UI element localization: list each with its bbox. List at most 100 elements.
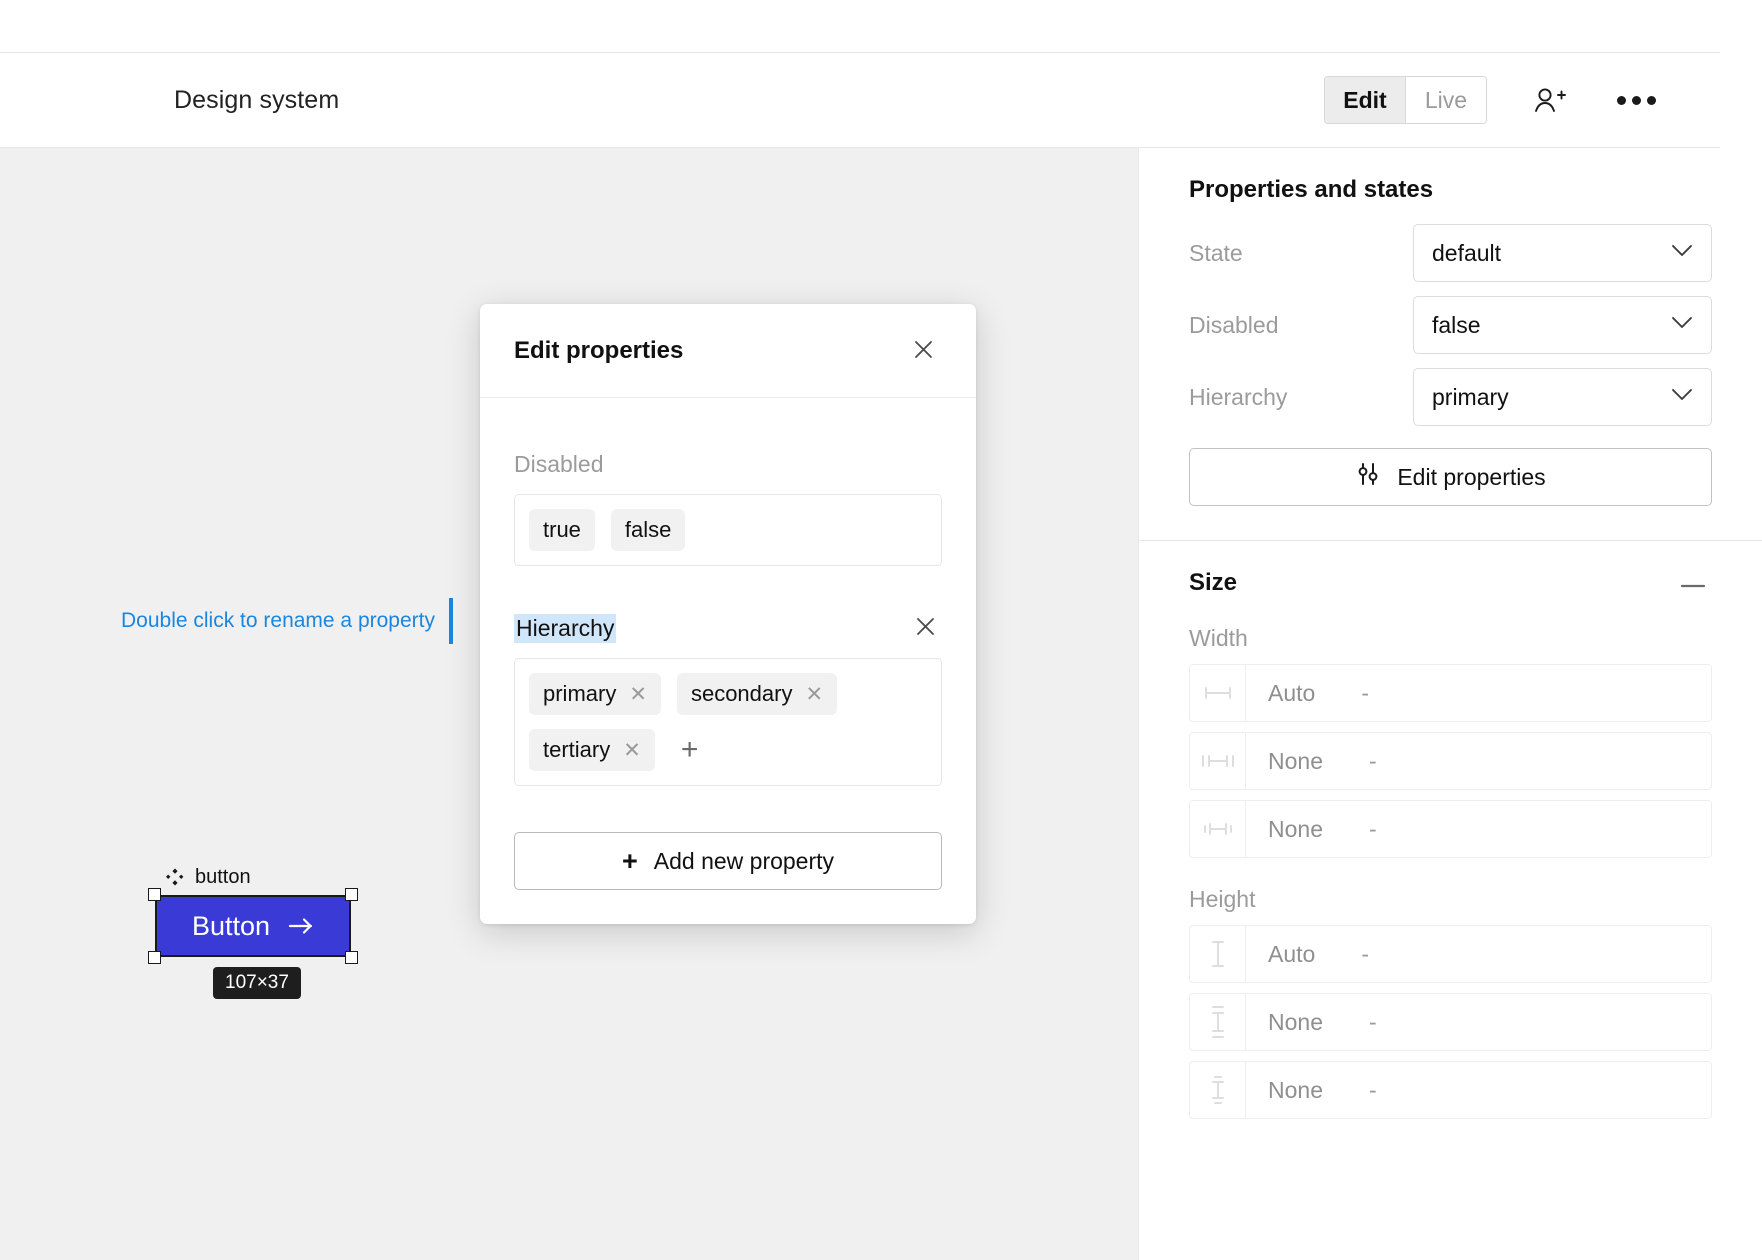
- size-badge: 107×37: [213, 967, 301, 999]
- property-header: Hierarchy: [514, 612, 942, 644]
- close-icon[interactable]: [905, 331, 942, 371]
- remove-value-icon[interactable]: ✕: [805, 684, 823, 705]
- tab-live[interactable]: Live: [1406, 77, 1486, 123]
- value-text: None: [1268, 815, 1323, 842]
- select-value: default: [1432, 239, 1502, 266]
- unit-text: -: [1361, 679, 1369, 706]
- min-height-value-field[interactable]: None -: [1246, 994, 1711, 1050]
- property-header: Disabled: [514, 448, 942, 480]
- width-icon: [1190, 665, 1246, 721]
- rename-hint: Double click to rename a property: [121, 598, 453, 644]
- unit-text: -: [1368, 815, 1377, 842]
- value-chip-label: primary: [543, 681, 617, 706]
- page-title: Design system: [174, 85, 340, 114]
- dialog-title: Edit properties: [514, 336, 684, 364]
- section-title-size: Size: [1189, 569, 1238, 596]
- more-horizontal-icon[interactable]: [1613, 92, 1660, 109]
- edit-properties-dialog: Edit properties Disabled true false Hier…: [480, 304, 976, 924]
- selected-component[interactable]: button Button 107×37: [148, 866, 358, 999]
- inspector-row-disabled: Disabled false: [1189, 296, 1712, 354]
- height-label: Height: [1189, 886, 1256, 912]
- property-block-hierarchy: Hierarchy primary ✕ secondary ✕ tertiary…: [514, 612, 942, 786]
- remove-property-icon[interactable]: [909, 610, 942, 646]
- person-add-icon[interactable]: [1529, 81, 1571, 119]
- min-height-icon: [1190, 994, 1246, 1050]
- value-chip-label: false: [624, 517, 672, 542]
- max-width-icon: [1190, 801, 1246, 857]
- value-chip-label: secondary: [690, 681, 793, 706]
- unit-text: -: [1368, 1008, 1377, 1035]
- tab-edit[interactable]: Edit: [1325, 77, 1405, 123]
- rename-hint-text: Double click to rename a property: [121, 609, 435, 632]
- size-section-header: Size: [1189, 569, 1712, 597]
- unit-text: -: [1361, 940, 1369, 967]
- canvas-button[interactable]: Button: [155, 895, 351, 957]
- min-width-row[interactable]: None -: [1189, 732, 1712, 790]
- edit-properties-button[interactable]: Edit properties: [1189, 448, 1712, 506]
- value-text: None: [1268, 747, 1323, 774]
- value-text: Auto: [1268, 940, 1316, 967]
- state-select[interactable]: default: [1413, 224, 1712, 282]
- resize-handle-top-right[interactable]: [345, 888, 358, 901]
- resize-handle-bottom-left[interactable]: [148, 951, 161, 964]
- top-bar-actions: Edit Live: [1324, 76, 1660, 124]
- minus-icon[interactable]: [1674, 570, 1712, 597]
- value-text: None: [1268, 1076, 1323, 1103]
- property-name-hierarchy[interactable]: Hierarchy: [514, 613, 617, 643]
- component-layer-label: button: [165, 866, 351, 889]
- component-layer-name: button: [195, 866, 251, 888]
- inspector-panel: Properties and states State default Disa…: [1138, 148, 1762, 1260]
- chevron-down-icon: [1671, 316, 1693, 334]
- value-chip-secondary[interactable]: secondary ✕: [676, 673, 838, 715]
- component-diamond-icon: [166, 868, 184, 885]
- top-bar: Design system Edit Live: [0, 52, 1720, 148]
- properties-and-states-section: Properties and states State default Disa…: [1139, 148, 1762, 541]
- row-label: Hierarchy: [1189, 383, 1288, 410]
- max-width-row[interactable]: None -: [1189, 800, 1712, 858]
- mode-toggle[interactable]: Edit Live: [1324, 76, 1487, 124]
- value-text: Auto: [1268, 679, 1316, 706]
- min-width-value-field[interactable]: None -: [1246, 733, 1711, 789]
- edit-properties-label: Edit properties: [1397, 463, 1546, 490]
- width-row[interactable]: Auto -: [1189, 664, 1712, 722]
- component-bounding-box[interactable]: Button 107×37: [148, 888, 358, 999]
- remove-value-icon[interactable]: ✕: [629, 684, 647, 705]
- hierarchy-select[interactable]: primary: [1413, 368, 1712, 426]
- max-width-value-field[interactable]: None -: [1246, 801, 1711, 857]
- value-chip-label: tertiary: [543, 737, 611, 762]
- disabled-select[interactable]: false: [1413, 296, 1712, 354]
- size-section: Size Width Auto - None - None - Height A…: [1139, 541, 1762, 1163]
- width-value-field[interactable]: Auto -: [1246, 665, 1711, 721]
- height-value-field[interactable]: Auto -: [1246, 926, 1711, 982]
- resize-handle-bottom-right[interactable]: [345, 951, 358, 964]
- section-title-properties: Properties and states: [1189, 176, 1434, 203]
- select-value: primary: [1432, 383, 1509, 410]
- dialog-header: Edit properties: [480, 304, 976, 398]
- property-values-disabled: true false: [514, 494, 942, 566]
- min-width-icon: [1190, 733, 1246, 789]
- value-chip-primary[interactable]: primary ✕: [529, 673, 661, 715]
- height-row[interactable]: Auto -: [1189, 925, 1712, 983]
- value-chip-true[interactable]: true: [529, 509, 595, 551]
- value-chip-false[interactable]: false: [610, 509, 686, 551]
- max-height-value-field[interactable]: None -: [1246, 1062, 1711, 1118]
- max-height-icon: [1190, 1062, 1246, 1118]
- property-name-disabled[interactable]: Disabled: [514, 451, 604, 478]
- value-chip-tertiary[interactable]: tertiary ✕: [529, 729, 655, 771]
- chevron-down-icon: [1671, 244, 1693, 262]
- plus-icon: +: [621, 845, 638, 876]
- add-value-icon[interactable]: +: [671, 731, 709, 769]
- remove-value-icon[interactable]: ✕: [623, 740, 641, 761]
- max-height-row[interactable]: None -: [1189, 1061, 1712, 1119]
- select-value: false: [1432, 311, 1481, 338]
- resize-handle-top-left[interactable]: [148, 888, 161, 901]
- chevron-down-icon: [1671, 388, 1693, 406]
- min-height-row[interactable]: None -: [1189, 993, 1712, 1051]
- add-new-property-button[interactable]: + Add new property: [514, 832, 942, 890]
- canvas[interactable]: Double click to rename a property button…: [0, 148, 1138, 1260]
- height-icon: [1190, 926, 1246, 982]
- value-text: None: [1268, 1008, 1323, 1035]
- add-new-property-label: Add new property: [653, 847, 835, 874]
- property-block-disabled: Disabled true false: [514, 448, 942, 566]
